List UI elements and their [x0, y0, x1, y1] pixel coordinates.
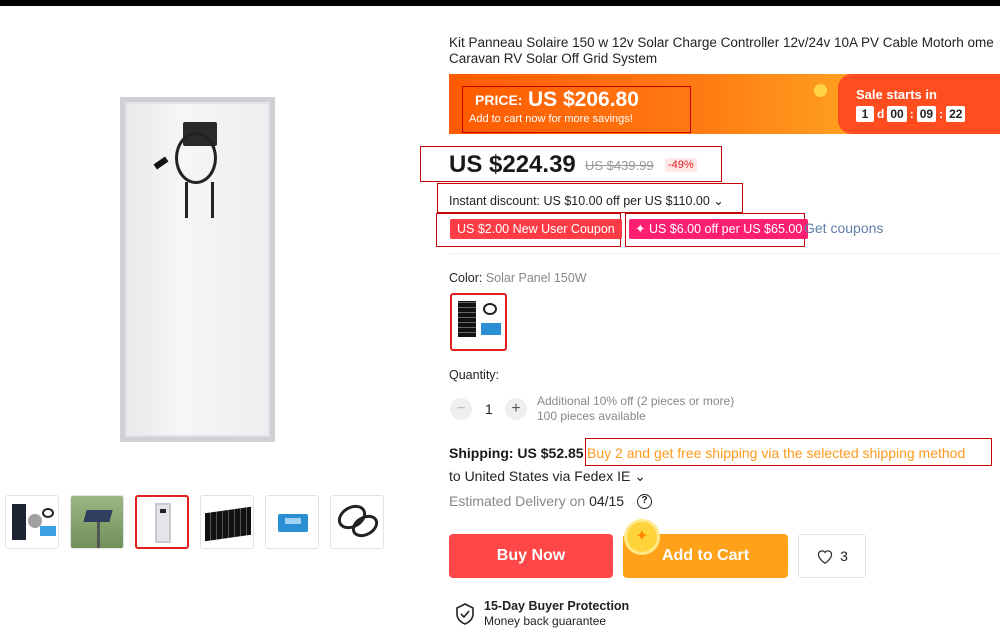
sale-starts-label: Sale starts in	[856, 87, 937, 102]
color-option-solar-panel-150w[interactable]	[450, 293, 507, 351]
shipping-destination-dropdown[interactable]: to United States via Fedex IE ⌄	[449, 468, 646, 485]
color-label: Color:	[449, 271, 483, 285]
cable-tail	[211, 182, 214, 218]
wishlist-count: 3	[840, 548, 848, 564]
quantity-info: Additional 10% off (2 pieces or more) 10…	[537, 394, 734, 424]
help-icon[interactable]: ?	[637, 494, 652, 509]
countdown-seconds: 22	[946, 106, 966, 122]
original-price: US $439.99	[585, 158, 654, 173]
heart-icon	[817, 550, 833, 564]
countdown-separator: :	[939, 107, 944, 121]
promo-price-value: US $206.80	[528, 88, 639, 111]
buy-now-button[interactable]: Buy Now	[449, 534, 613, 578]
discount-badge: -49%	[665, 158, 697, 172]
shield-check-icon	[456, 603, 474, 625]
cable-loop	[175, 132, 217, 184]
cable-tail	[185, 182, 188, 218]
quantity-increase-button[interactable]: +	[505, 398, 527, 420]
countdown-days-unit: d	[877, 107, 885, 121]
wishlist-button[interactable]: 3	[798, 534, 866, 578]
countdown-separator: :	[909, 107, 914, 121]
shipping-cost: Shipping: US $52.85	[449, 445, 584, 461]
current-price: US $224.39	[449, 151, 576, 178]
countdown-hours: 00	[887, 106, 907, 122]
thumbnail-outdoor[interactable]	[70, 495, 124, 549]
delivery-date: 04/15	[589, 493, 625, 509]
top-bar	[0, 0, 1000, 6]
countdown-minutes: 09	[916, 106, 937, 122]
color-selector-label: Color: Solar Panel 150W	[449, 271, 587, 285]
countdown-days: 1	[856, 106, 874, 122]
free-shipping-promo: Buy 2 and get free shipping via the sele…	[587, 445, 966, 461]
thumbnail-kit-video[interactable]	[5, 495, 59, 549]
stock-available: 100 pieces available	[537, 409, 646, 423]
promo-decoration	[814, 84, 827, 97]
buyer-protection-title: 15-Day Buyer Protection	[484, 599, 630, 613]
product-title: Kit Panneau Solaire 150 w 12v Solar Char…	[449, 35, 994, 66]
instant-discount-dropdown[interactable]: Instant discount: US $10.00 off per US $…	[449, 193, 724, 208]
sale-countdown-panel	[838, 74, 1000, 134]
divider	[449, 253, 1000, 254]
estimated-delivery: Estimated Delivery on 04/15	[449, 493, 624, 509]
store-coupon[interactable]: ✦ US $6.00 off per US $65.00	[629, 219, 809, 239]
promo-subtext: Add to cart now for more savings!	[469, 113, 633, 125]
main-product-image[interactable]	[120, 97, 275, 442]
thumbnail-controller[interactable]	[265, 495, 319, 549]
new-user-coupon[interactable]: US $2.00 New User Coupon	[450, 219, 622, 239]
bulk-discount-note: Additional 10% off (2 pieces or more)	[537, 394, 735, 408]
sale-countdown: 1 d 00 : 09 : 22	[856, 106, 966, 122]
quantity-decrease-button[interactable]: −	[450, 398, 472, 420]
buyer-protection-subtitle: Money back guarantee	[484, 614, 607, 628]
promo-price-label: PRICE:	[475, 92, 523, 108]
get-coupons-link[interactable]: Get coupons	[804, 220, 883, 236]
thumbnail-panel-front[interactable]	[200, 495, 254, 549]
coin-icon: ✦	[627, 522, 657, 552]
quantity-value[interactable]: 1	[485, 401, 493, 417]
thumbnail-strip	[5, 495, 384, 549]
color-value: Solar Panel 150W	[485, 271, 587, 285]
delivery-label: Estimated Delivery on	[449, 493, 590, 509]
cable-plug	[153, 156, 169, 170]
thumbnail-panel-back[interactable]	[135, 495, 189, 549]
quantity-label: Quantity:	[449, 368, 500, 382]
thumbnail-cables[interactable]	[330, 495, 384, 549]
